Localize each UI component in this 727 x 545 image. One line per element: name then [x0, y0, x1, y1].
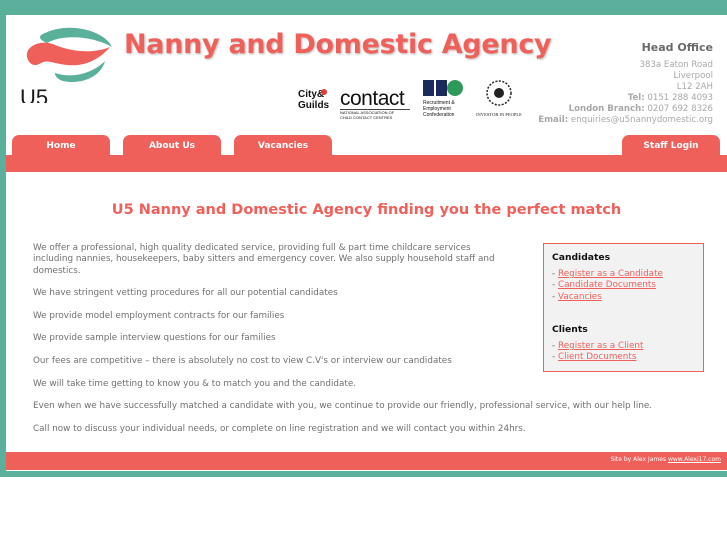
candidates-links: - Register as a Candidate - Candidate Do… [552, 269, 663, 303]
email-value[interactable]: enquiries@u5nannydomestic.org [571, 115, 713, 125]
address-line-1: 383a Eaton Road [639, 60, 713, 70]
intro-paragraph-7: Even when we have successfully matched a… [33, 401, 653, 412]
list-item: - Vacancies [552, 292, 663, 303]
tab-home[interactable]: Home [12, 135, 110, 159]
london-label: London Branch: [568, 104, 645, 114]
address-line-3: L12 2AH [676, 82, 713, 92]
tab-vacancies[interactable]: Vacancies [234, 135, 332, 159]
list-item: - Client Documents [552, 352, 643, 363]
u5-logo[interactable]: U5 [15, 23, 115, 103]
tab-staff-login[interactable]: Staff Login [622, 135, 720, 159]
email-label: Email: [538, 115, 569, 125]
telephone: Tel: 0151 288 4093 [523, 93, 713, 104]
rec-block-e [436, 80, 447, 96]
candidates-heading: Candidates [552, 252, 611, 263]
site-title: Nanny and Domestic Agency [124, 29, 552, 60]
head-office-heading: Head Office [641, 41, 713, 54]
address-line-2: Liverpool [673, 71, 713, 81]
investor-in-people-logo[interactable]: INVESTOR IN PEOPLE [469, 79, 529, 121]
logo-swoosh-middle [26, 42, 110, 66]
london-branch: London Branch: 0207 692 8326 [523, 104, 713, 115]
register-candidate-link[interactable]: Register as a Candidate [558, 269, 663, 279]
vacancies-link[interactable]: Vacancies [558, 292, 602, 302]
page-headline: U5 Nanny and Domestic Agency finding you… [111, 202, 622, 218]
list-item: - Register as a Candidate [552, 269, 663, 280]
contact-logo[interactable]: contact NATIONAL ASSOCIATION OF CHILD CO… [339, 79, 413, 121]
sidebar-box: Candidates - Register as a Candidate - C… [543, 243, 704, 372]
city-guilds-text-2: Guilds [298, 100, 330, 111]
rec-block-r [423, 80, 434, 96]
list-item: - Register as a Client [552, 341, 643, 352]
intro-paragraph-8: Call now to discuss your individual need… [33, 423, 526, 434]
nav-bar [6, 155, 727, 172]
footer-bar: Site by Alex James www.Alexj17.com [6, 452, 727, 470]
site-credit: Site by Alex James www.Alexj17.com [610, 456, 721, 463]
rec-block-c [447, 80, 463, 96]
email: Email: enquiries@u5nannydomestic.org [523, 115, 713, 126]
intro-paragraph-6: We will take time getting to know you & … [33, 378, 357, 389]
iip-text: INVESTOR IN PEOPLE [476, 112, 522, 117]
contact-logo-text: contact [340, 87, 405, 110]
clients-heading: Clients [552, 324, 588, 335]
list-item: - Candidate Documents [552, 280, 663, 291]
tel-label: Tel: [627, 93, 645, 103]
clients-links: - Register as a Client - Client Document… [552, 341, 643, 364]
contact-logo-sub-2: CHILD CONTACT CENTRES [340, 115, 393, 120]
register-client-link[interactable]: Register as a Client [558, 341, 643, 351]
iip-center [494, 88, 504, 98]
city-guilds-logo[interactable]: City& Guilds [296, 79, 332, 121]
city-guilds-dot [321, 89, 327, 95]
candidate-documents-link[interactable]: Candidate Documents [558, 280, 656, 290]
london-value: 0207 692 8326 [647, 104, 713, 114]
intro-paragraph-1: We offer a professional, high quality de… [33, 243, 495, 276]
credit-text: Site by Alex James [610, 456, 667, 463]
credit-link[interactable]: www.Alexj17.com [668, 456, 721, 463]
main-navigation: Home About Us Vacancies Staff Login [6, 135, 727, 172]
tel-value: 0151 288 4093 [647, 93, 713, 103]
rec-sub-3: Confederation [423, 112, 455, 118]
logo-text: U5 [20, 85, 48, 103]
page-container: U5 Nanny and Domestic Agency Head Office… [6, 15, 727, 471]
city-guilds-text-1: City& [298, 89, 324, 100]
client-documents-link[interactable]: Client Documents [558, 352, 636, 362]
rec-logo[interactable]: Recruitment & Employment Confederation [421, 79, 467, 121]
head-office-contact: Head Office 383a Eaton Road Liverpool L1… [523, 41, 713, 126]
tab-about-us[interactable]: About Us [123, 135, 221, 159]
